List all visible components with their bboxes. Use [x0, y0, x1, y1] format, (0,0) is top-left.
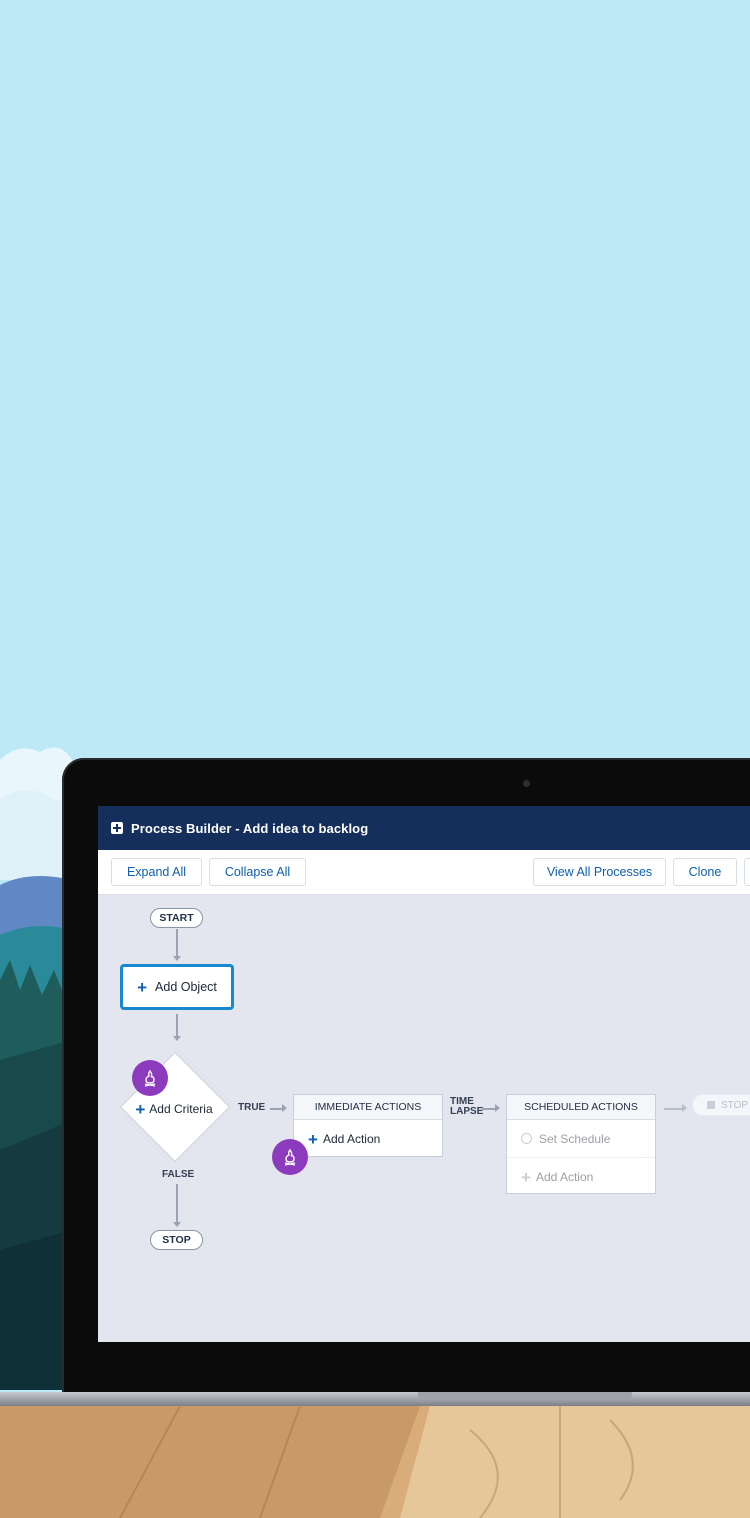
collapse-all-button[interactable]: Collapse All [209, 858, 306, 886]
set-schedule-button[interactable]: Set Schedule [507, 1120, 655, 1158]
arrow-icon [282, 1104, 287, 1112]
stop-node: STOP [150, 1230, 203, 1250]
add-action-label: Add Action [535, 1170, 594, 1184]
campfire-icon [132, 1060, 168, 1096]
false-label: FALSE [162, 1169, 195, 1180]
clock-icon [521, 1133, 532, 1144]
stop-node-right: STOP [692, 1094, 750, 1116]
laptop-notch [418, 1392, 632, 1400]
add-criteria-label: Add Criteria [149, 1102, 213, 1116]
add-criteria-button[interactable]: + Add Criteria [124, 1100, 224, 1118]
plus-icon: + [308, 1129, 318, 1149]
arrow-icon [682, 1104, 687, 1112]
toolbar: Expand All Collapse All View All Process… [98, 850, 750, 895]
plus-icon: + [521, 1167, 531, 1187]
process-builder-icon [111, 822, 123, 834]
connector [664, 1108, 682, 1110]
title-bar: Process Builder - Add idea to backlog [98, 806, 750, 850]
add-immediate-action-button[interactable]: + Add Action [294, 1120, 442, 1158]
arrow-icon [173, 1222, 181, 1227]
start-node: START [150, 908, 203, 928]
add-scheduled-action-button[interactable]: + Add Action [507, 1158, 655, 1196]
set-schedule-label: Set Schedule [539, 1131, 611, 1146]
arrow-icon [173, 1036, 181, 1041]
overflow-button[interactable] [744, 858, 750, 886]
true-label: TRUE [238, 1102, 266, 1113]
time-lapse-label: TIME LAPSE [450, 1097, 483, 1117]
immediate-actions-header: IMMEDIATE ACTIONS [294, 1095, 442, 1120]
scheduled-actions-card: SCHEDULED ACTIONS Set Schedule + Add Act… [506, 1094, 656, 1194]
add-action-label: Add Action [322, 1132, 381, 1146]
time-lapse-line-2: LAPSE [450, 1106, 484, 1117]
campfire-icon [272, 1139, 308, 1175]
immediate-actions-card: IMMEDIATE ACTIONS + Add Action [293, 1094, 443, 1157]
stop-square-icon [707, 1101, 715, 1109]
process-canvas: START + Add Object + Add Criteria TRUE F… [98, 894, 750, 1342]
stop-right-label: STOP [721, 1099, 749, 1111]
connector [176, 1014, 178, 1036]
camera-icon [523, 780, 530, 787]
scheduled-actions-header: SCHEDULED ACTIONS [507, 1095, 655, 1120]
laptop-base [0, 1392, 750, 1406]
arrow-icon [173, 956, 181, 961]
add-object-button[interactable]: + Add Object [120, 964, 234, 1010]
plus-icon: + [137, 977, 148, 997]
add-object-label: Add Object [155, 980, 217, 994]
plus-icon: + [135, 1099, 146, 1119]
arrow-icon [495, 1104, 500, 1112]
clone-button[interactable]: Clone [673, 858, 737, 886]
connector [482, 1108, 496, 1110]
app-window: Process Builder - Add idea to backlog Ex… [98, 806, 750, 1342]
connector [176, 1184, 178, 1222]
window-title: Process Builder - Add idea to backlog [131, 820, 369, 836]
expand-all-button[interactable]: Expand All [111, 858, 202, 886]
connector [176, 929, 178, 956]
connector [270, 1108, 282, 1110]
view-all-processes-button[interactable]: View All Processes [533, 858, 666, 886]
